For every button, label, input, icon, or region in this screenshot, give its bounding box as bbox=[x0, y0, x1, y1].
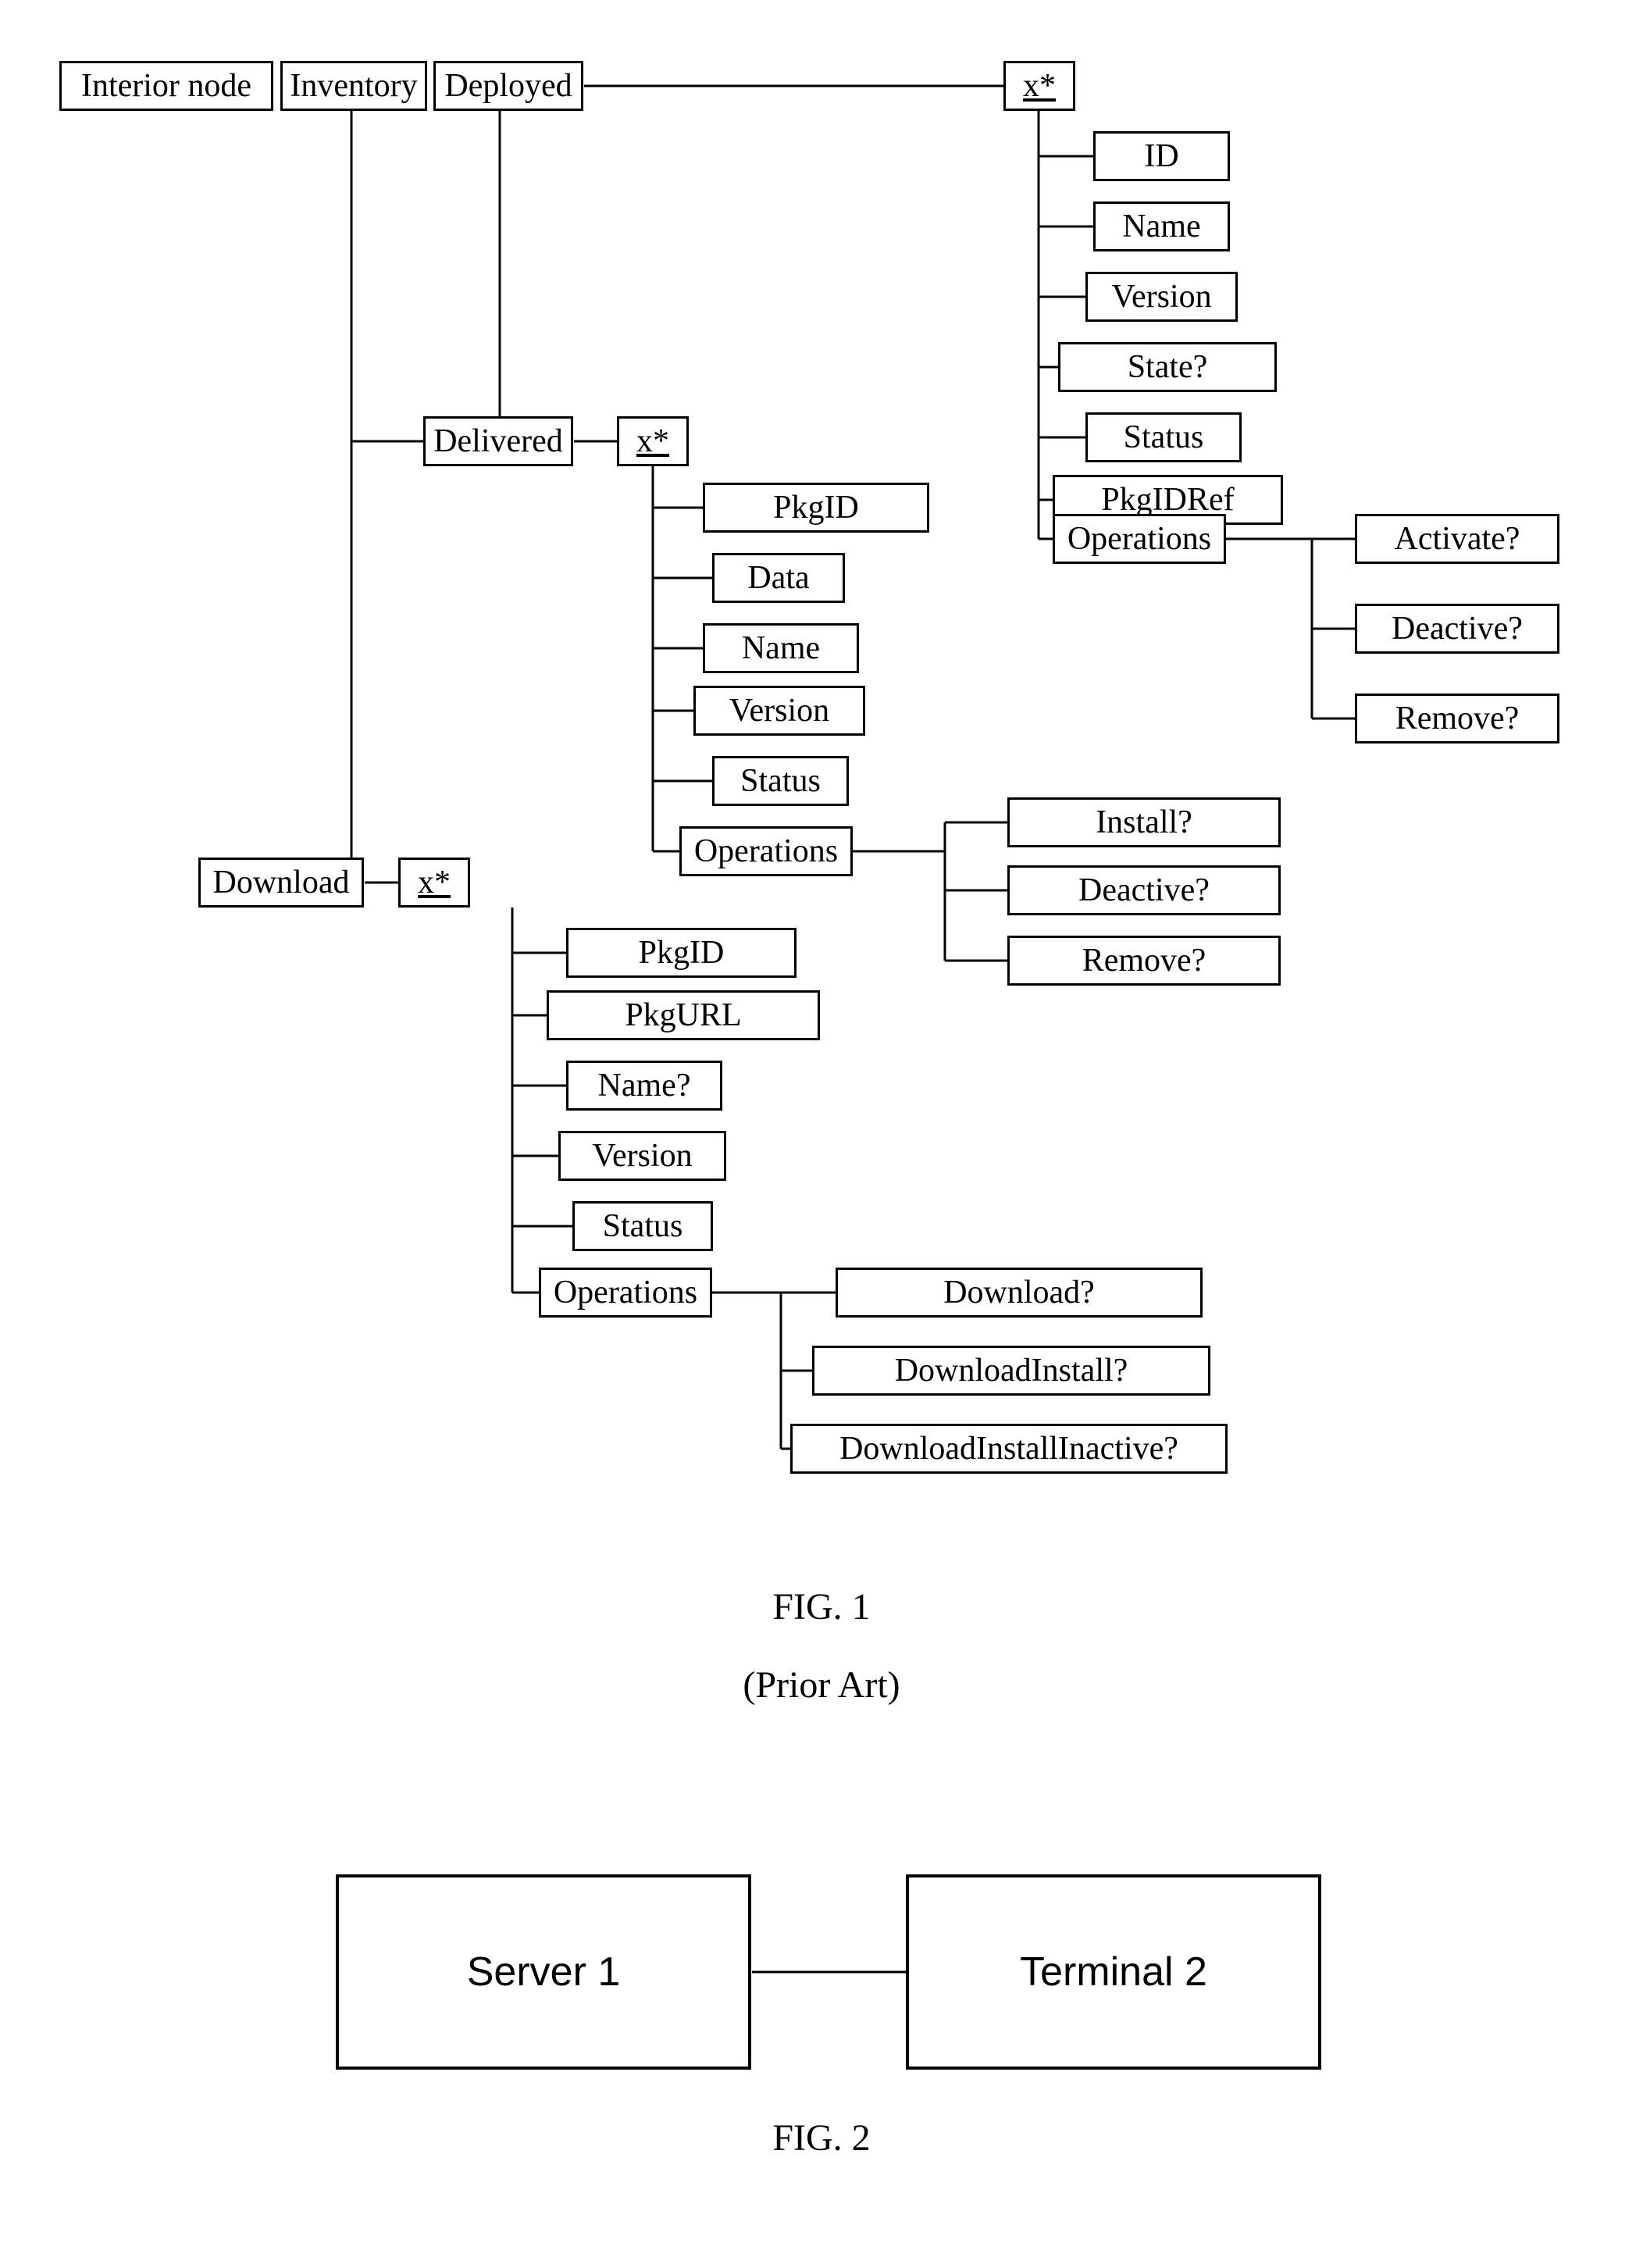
node-delivered: Delivered bbox=[423, 416, 573, 466]
node-download-pkgurl: PkgURL bbox=[547, 990, 820, 1040]
node-deployed-name: Name bbox=[1093, 201, 1230, 251]
node-delivered-name: Name bbox=[703, 623, 859, 673]
node-deployed-op-deactive: Deactive? bbox=[1355, 604, 1559, 654]
node-delivered-status: Status bbox=[712, 756, 849, 806]
node-download-version: Version bbox=[558, 1131, 726, 1181]
node-delivered-data: Data bbox=[712, 553, 845, 603]
node-delivered-x: x* bbox=[617, 416, 689, 466]
node-deployed-op-activate: Activate? bbox=[1355, 514, 1559, 564]
node-deployed-state: State? bbox=[1058, 342, 1277, 392]
node-deployed: Deployed bbox=[433, 61, 583, 111]
node-download-op-downloadinstallinactive: DownloadInstallInactive? bbox=[790, 1424, 1228, 1474]
node-deployed-x: x* bbox=[1003, 61, 1075, 111]
node-download-name: Name? bbox=[566, 1061, 722, 1111]
fig1-caption: FIG. 1 bbox=[0, 1585, 1643, 1628]
node-inventory: Inventory bbox=[280, 61, 427, 111]
node-download-pkgid: PkgID bbox=[566, 928, 797, 978]
node-download-op-downloadinstall: DownloadInstall? bbox=[812, 1346, 1210, 1396]
node-deployed-version: Version bbox=[1085, 272, 1238, 322]
node-deployed-status: Status bbox=[1085, 412, 1242, 462]
node-delivered-op-remove: Remove? bbox=[1007, 936, 1281, 986]
node-delivered-operations: Operations bbox=[679, 826, 853, 876]
node-deployed-id: ID bbox=[1093, 131, 1230, 181]
node-deployed-operations: Operations bbox=[1053, 514, 1226, 564]
node-download-x: x* bbox=[398, 858, 470, 908]
fig1-subcaption: (Prior Art) bbox=[0, 1664, 1643, 1706]
node-deployed-op-remove: Remove? bbox=[1355, 694, 1559, 744]
page: Interior node Inventory Deployed x* ID N… bbox=[0, 0, 1643, 2268]
node-delivered-op-deactive: Deactive? bbox=[1007, 865, 1281, 915]
node-download-op-download: Download? bbox=[836, 1268, 1203, 1318]
node-interior: Interior node bbox=[59, 61, 273, 111]
fig2-server-box: Server 1 bbox=[336, 1874, 751, 2070]
node-download-status: Status bbox=[572, 1201, 713, 1251]
node-delivered-version: Version bbox=[693, 686, 865, 736]
fig2-terminal-box: Terminal 2 bbox=[906, 1874, 1321, 2070]
node-delivered-pkgid: PkgID bbox=[703, 483, 929, 533]
fig2-caption: FIG. 2 bbox=[0, 2116, 1643, 2159]
node-download: Download bbox=[198, 858, 364, 908]
connector-lines bbox=[0, 0, 1643, 2268]
node-download-operations: Operations bbox=[539, 1268, 712, 1318]
node-delivered-op-install: Install? bbox=[1007, 797, 1281, 847]
